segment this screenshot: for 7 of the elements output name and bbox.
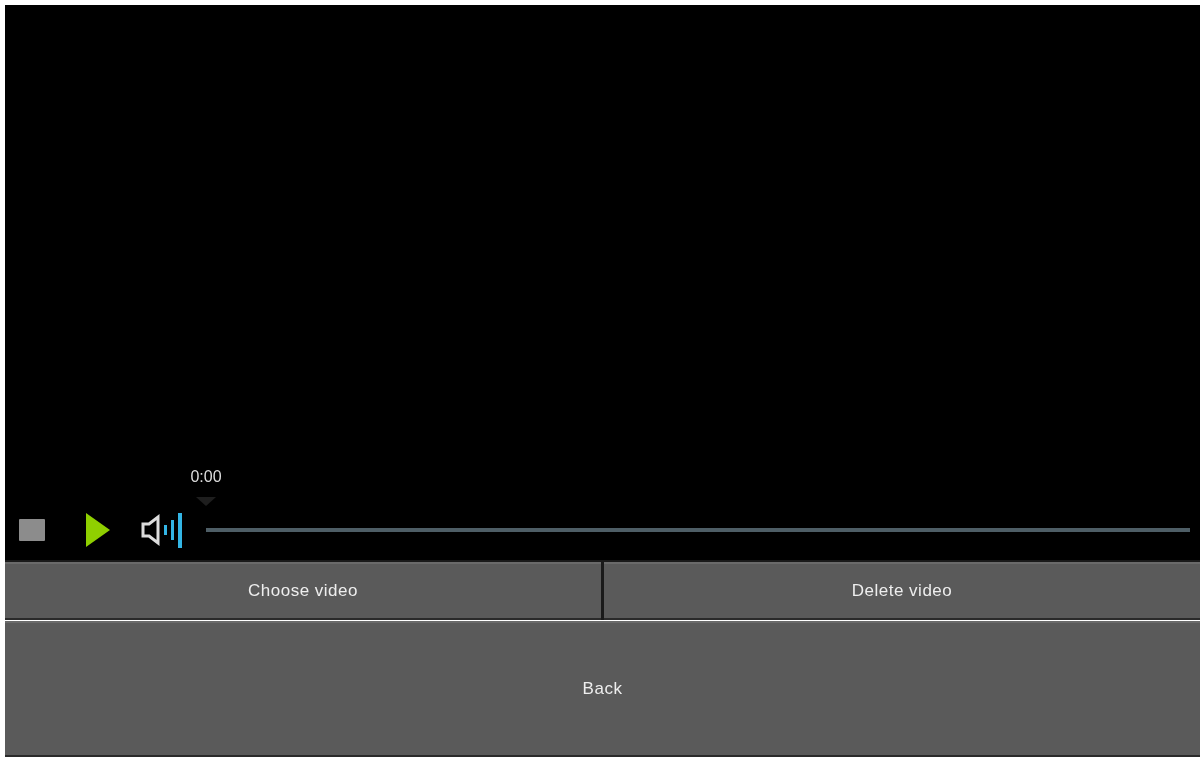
- play-icon[interactable]: [86, 513, 110, 547]
- time-label: 0:00: [190, 468, 222, 486]
- pointer-icon: [196, 497, 216, 506]
- stop-icon[interactable]: [18, 518, 46, 542]
- back-button[interactable]: Back: [5, 621, 1200, 757]
- video-button[interactable]: Choose video: [5, 562, 601, 620]
- video-button[interactable]: Delete video: [604, 562, 1200, 620]
